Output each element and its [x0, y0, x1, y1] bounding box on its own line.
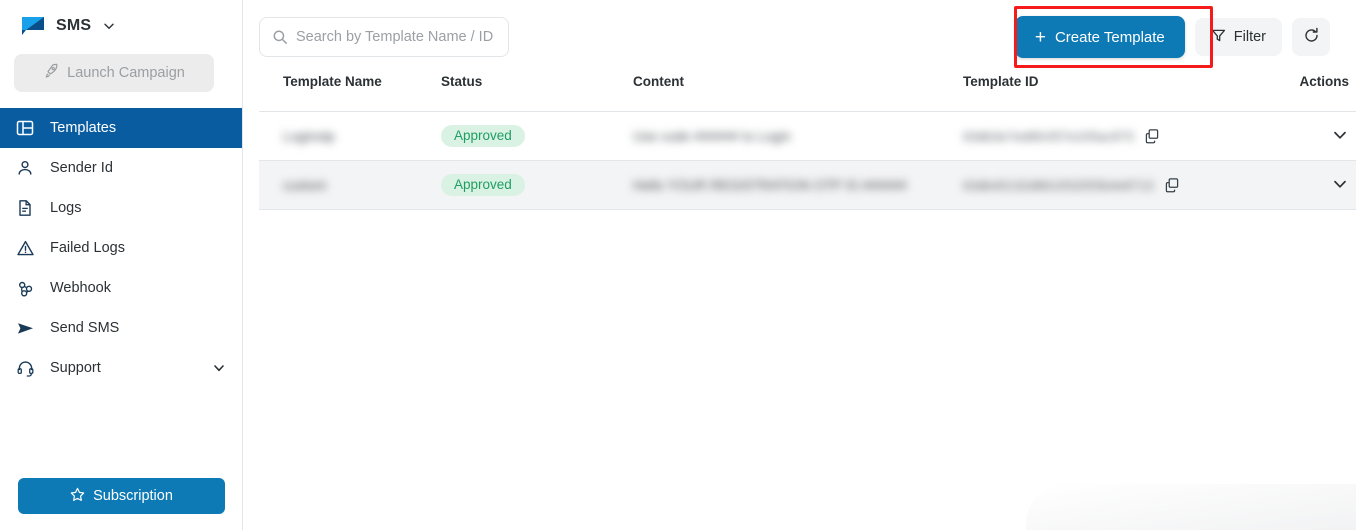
template-name-value: Loginotp: [283, 129, 335, 144]
launch-campaign-button[interactable]: Launch Campaign: [14, 54, 214, 92]
column-header-template-id: Template ID: [963, 74, 1253, 112]
sidebar-item-label: Templates: [50, 120, 117, 136]
sidebar-item-label: Webhook: [50, 280, 111, 296]
column-header-content: Content: [633, 74, 963, 112]
search-icon: [272, 29, 288, 45]
sms-logo-icon: [20, 16, 46, 36]
plus-icon: +: [1034, 26, 1046, 48]
cell-template-id: 63db3e7ed6fc057e105ac973: [963, 111, 1253, 161]
sidebar-item-send-sms[interactable]: Send SMS: [0, 308, 242, 348]
sidebar-item-templates[interactable]: Templates: [0, 108, 242, 148]
cell-actions: [1253, 160, 1356, 210]
table-body: Loginotp Approved Use code ###### to Log…: [259, 111, 1356, 210]
column-header-status: Status: [441, 74, 633, 112]
search-input[interactable]: [296, 29, 496, 45]
chevron-down-icon[interactable]: [1331, 126, 1349, 144]
toolbar: + Create Template Filter: [243, 0, 1356, 74]
cell-template-name: custom: [259, 160, 441, 210]
launch-campaign-label: Launch Campaign: [67, 65, 185, 81]
brand-name: SMS: [56, 17, 92, 34]
warning-triangle-icon: [14, 239, 36, 258]
template-id-value: 63db3e7ed6fc057e105ac973: [963, 128, 1134, 144]
column-header-actions: Actions: [1253, 74, 1356, 112]
status-badge: Approved: [441, 173, 525, 197]
sidebar-item-label: Sender Id: [50, 160, 113, 176]
table-header-row: Template Name Status Content Template ID…: [259, 74, 1356, 112]
chevron-down-icon[interactable]: [212, 361, 226, 375]
table-row[interactable]: Loginotp Approved Use code ###### to Log…: [259, 111, 1356, 161]
content-value: Hello YOUR REGISTRATION OTP IS ######: [633, 178, 907, 193]
column-header-template-name: Template Name: [259, 74, 441, 112]
table-row[interactable]: custom Approved Hello YOUR REGISTRATION …: [259, 160, 1356, 210]
app-root: SMS Launch Campaign Templates Sender Id …: [0, 0, 1356, 530]
content-value: Use code ###### to Login: [633, 129, 791, 144]
sidebar-item-label: Failed Logs: [50, 240, 125, 256]
sidebar: SMS Launch Campaign Templates Sender Id …: [0, 0, 243, 530]
copy-icon[interactable]: [1144, 128, 1160, 144]
create-template-button[interactable]: + Create Template: [1014, 16, 1185, 58]
filter-label: Filter: [1233, 29, 1266, 45]
sidebar-nav: Templates Sender Id Logs Failed Logs Web…: [0, 108, 242, 388]
table-head: Template Name Status Content Template ID…: [259, 74, 1356, 112]
cell-template-id: 63db40132d861052055b4e8713: [963, 160, 1253, 210]
toolbar-actions: + Create Template Filter: [1014, 16, 1330, 58]
template-id-value: 63db40132d861052055b4e8713: [963, 177, 1154, 193]
sidebar-item-sender-id[interactable]: Sender Id: [0, 148, 242, 188]
cell-template-name: Loginotp: [259, 111, 441, 161]
template-name-value: custom: [283, 178, 327, 193]
copy-icon[interactable]: [1164, 177, 1180, 193]
brand[interactable]: SMS: [0, 0, 242, 48]
templates-table-area: Template Name Status Content Template ID…: [243, 74, 1356, 530]
search-box[interactable]: [259, 17, 509, 57]
headset-icon: [14, 359, 36, 378]
template-id-wrap: 63db40132d861052055b4e8713: [963, 177, 1253, 193]
refresh-icon: [1303, 27, 1320, 47]
filter-button[interactable]: Filter: [1194, 18, 1282, 56]
sidebar-item-webhook[interactable]: Webhook: [0, 268, 242, 308]
layout-panel-icon: [14, 119, 36, 137]
webhook-icon: [14, 279, 36, 298]
user-icon: [14, 159, 36, 177]
sidebar-item-logs[interactable]: Logs: [0, 188, 242, 228]
cell-status: Approved: [441, 111, 633, 161]
chevron-down-icon[interactable]: [1331, 175, 1349, 193]
star-icon: [70, 487, 85, 506]
templates-table: Template Name Status Content Template ID…: [259, 74, 1356, 210]
sidebar-item-support[interactable]: Support: [0, 348, 242, 388]
cell-content: Use code ###### to Login: [633, 111, 963, 161]
cell-actions: [1253, 111, 1356, 161]
subscription-wrap: Subscription: [0, 478, 242, 530]
template-id-wrap: 63db3e7ed6fc057e105ac973: [963, 128, 1253, 144]
main-content: + Create Template Filter: [243, 0, 1356, 530]
sidebar-item-label: Send SMS: [50, 320, 120, 336]
sidebar-item-failed-logs[interactable]: Failed Logs: [0, 228, 242, 268]
create-template-label: Create Template: [1054, 28, 1165, 46]
cell-content: Hello YOUR REGISTRATION OTP IS ######: [633, 160, 963, 210]
rocket-icon: [43, 63, 59, 83]
launch-campaign-wrap: Launch Campaign: [0, 48, 242, 102]
cell-status: Approved: [441, 160, 633, 210]
refresh-button[interactable]: [1292, 18, 1330, 56]
chevron-down-icon[interactable]: [103, 20, 115, 32]
subscription-label: Subscription: [93, 488, 173, 504]
send-paperplane-icon: [14, 319, 36, 338]
document-icon: [14, 199, 36, 217]
status-badge: Approved: [441, 124, 525, 148]
subscription-button[interactable]: Subscription: [18, 478, 225, 514]
sidebar-item-label: Logs: [50, 200, 82, 216]
funnel-icon: [1211, 28, 1226, 47]
sidebar-item-label: Support: [50, 360, 101, 376]
